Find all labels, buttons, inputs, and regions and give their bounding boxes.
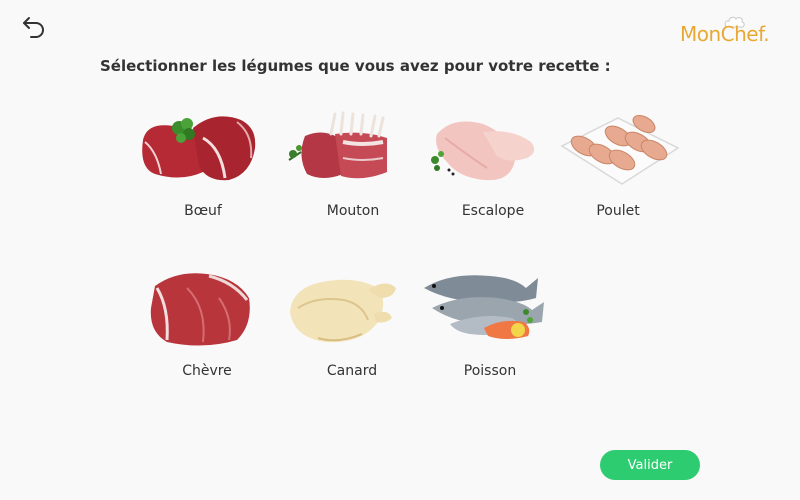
item-label: Poulet — [596, 203, 640, 219]
item-label: Mouton — [326, 203, 380, 219]
validate-button[interactable]: Valider — [600, 450, 700, 480]
page-title: Sélectionner les légumes que vous avez p… — [100, 57, 611, 75]
monchef-logo: MonChef. — [676, 16, 772, 52]
item-label: Poisson — [463, 363, 517, 379]
item-boeuf[interactable]: Bœuf — [133, 108, 273, 228]
item-escalope[interactable]: Escalope — [423, 108, 563, 228]
back-button[interactable] — [20, 12, 50, 40]
item-chevre[interactable]: Chèvre — [137, 268, 277, 388]
item-poulet[interactable]: Poulet — [548, 108, 688, 228]
item-label: Escalope — [461, 203, 525, 219]
logo-text: MonChef. — [680, 22, 770, 46]
chicken-breast-image — [431, 121, 535, 181]
fish-shrimp-image — [424, 275, 544, 339]
whole-duck-image — [290, 279, 396, 343]
item-label: Chèvre — [182, 363, 232, 379]
item-label: Canard — [326, 363, 378, 379]
chicken-legs-tray-image — [560, 114, 680, 185]
undo-arrow-icon — [23, 17, 44, 38]
item-canard[interactable]: Canard — [282, 268, 422, 388]
lamb-rack-image — [288, 111, 387, 179]
item-poisson[interactable]: Poisson — [420, 268, 560, 388]
meat-selection-screen: MonChef. Sélectionner les légumes que vo… — [0, 0, 800, 500]
item-mouton[interactable]: Mouton — [283, 108, 423, 228]
goat-meat-image — [150, 273, 250, 346]
item-label: Bœuf — [184, 203, 222, 219]
beef-image — [142, 116, 256, 181]
